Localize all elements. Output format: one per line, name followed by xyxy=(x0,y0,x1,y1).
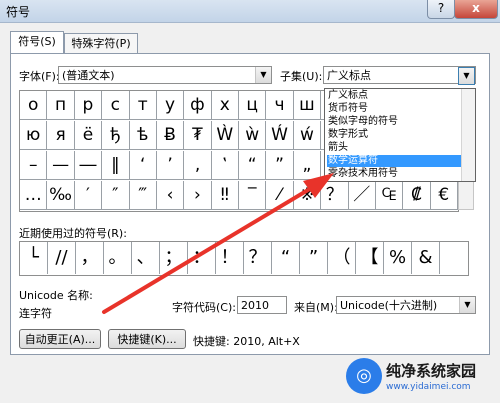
watermark-title: 纯净系统家园 xyxy=(386,362,477,380)
arrow-head xyxy=(303,173,334,198)
annotation-arrow xyxy=(102,173,334,314)
arrow-shaft xyxy=(102,182,320,314)
watermark: ◎ 纯净系统家园 www.yidaimei.com xyxy=(346,356,496,400)
watermark-url: www.yidaimei.com xyxy=(386,382,471,392)
watermark-logo-icon: ◎ xyxy=(346,358,382,394)
